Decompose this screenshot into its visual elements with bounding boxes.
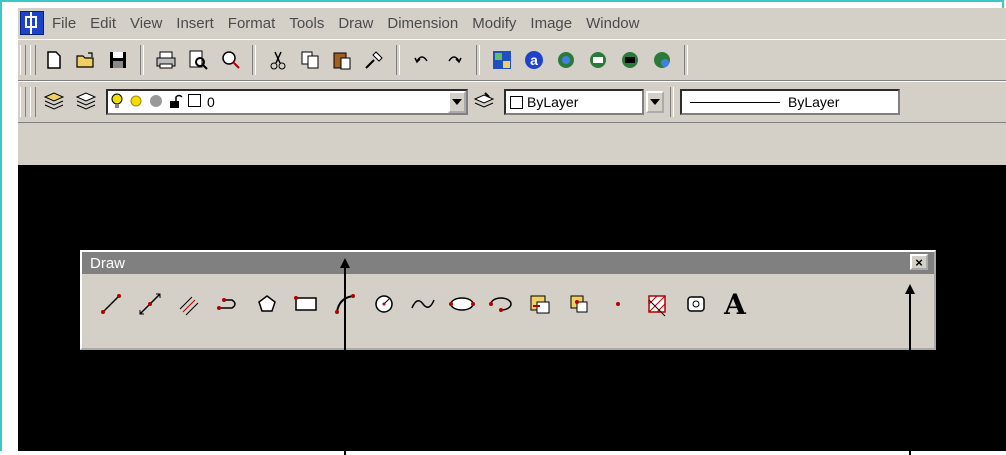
web-browse-icon[interactable] — [617, 47, 643, 73]
chevron-down-icon[interactable] — [646, 91, 664, 113]
standard-toolbar: a — [18, 39, 1006, 81]
web-search-icon[interactable] — [553, 47, 579, 73]
new-file-icon[interactable] — [41, 47, 67, 73]
insert-block-tool-icon[interactable] — [525, 289, 555, 319]
color-value: ByLayer — [527, 94, 579, 110]
app-logo-icon[interactable] — [20, 11, 44, 35]
web-meeting-icon[interactable] — [649, 47, 675, 73]
open-folder-icon[interactable] — [73, 47, 99, 73]
multiline-text-tool-icon[interactable]: A — [720, 288, 750, 321]
linetype-sample-line — [690, 101, 780, 103]
draw-toolbar[interactable]: Draw × A — [80, 250, 936, 350]
print-icon[interactable] — [153, 47, 179, 73]
linetype-control-dropdown[interactable]: ByLayer — [680, 89, 900, 115]
close-icon: × — [915, 254, 923, 270]
draw-tools-row: A — [82, 274, 934, 334]
menu-bar: File Edit View Insert Format Tools Draw … — [18, 8, 1006, 38]
toolbar-grip[interactable] — [20, 87, 26, 117]
menu-dimension[interactable]: Dimension — [387, 15, 458, 32]
menu-window[interactable]: Window — [586, 15, 639, 32]
menu-draw[interactable]: Draw — [338, 15, 373, 32]
draw-toolbar-title-bar[interactable]: Draw × — [82, 252, 934, 274]
hatch-tool-icon[interactable] — [642, 289, 672, 319]
make-block-tool-icon[interactable] — [564, 289, 594, 319]
annotation-arrowhead — [905, 284, 915, 294]
save-icon[interactable] — [105, 47, 131, 73]
toolbar-separator — [670, 87, 674, 117]
autodesk-today-icon[interactable]: a — [521, 47, 547, 73]
menu-file[interactable]: File — [52, 15, 76, 32]
sun-freeze-icon[interactable] — [128, 93, 144, 112]
toolbar-separator — [476, 45, 480, 75]
viewport-freeze-icon[interactable] — [148, 93, 164, 112]
polyline-tool-icon[interactable] — [213, 289, 243, 319]
layers-toolbar: 0 ByLayer ByLayer — [18, 81, 1006, 123]
line-tool-icon[interactable] — [96, 289, 126, 319]
menu-format[interactable]: Format — [228, 15, 276, 32]
web-publish-icon[interactable] — [585, 47, 611, 73]
polygon-tool-icon[interactable] — [252, 289, 282, 319]
layer-control-dropdown[interactable]: 0 — [106, 89, 468, 115]
toolbar-separator — [396, 45, 400, 75]
ellipse-tool-icon[interactable] — [447, 289, 477, 319]
toolbar-separator — [684, 45, 688, 75]
toolbar-grip[interactable] — [30, 87, 36, 117]
spline-tool-icon[interactable] — [408, 289, 438, 319]
paste-icon[interactable] — [329, 47, 355, 73]
menu-image[interactable]: Image — [530, 15, 572, 32]
current-layer-name: 0 — [207, 94, 215, 110]
multiline-tool-icon[interactable] — [174, 289, 204, 319]
design-center-icon[interactable] — [489, 47, 515, 73]
copy-icon[interactable] — [297, 47, 323, 73]
make-object-layer-current-icon[interactable] — [73, 89, 99, 115]
match-properties-icon[interactable] — [361, 47, 387, 73]
construction-line-tool-icon[interactable] — [135, 289, 165, 319]
annotation-arrow-line — [344, 266, 346, 455]
color-control-dropdown[interactable]: ByLayer — [504, 89, 644, 115]
color-swatch-icon — [510, 95, 523, 109]
point-tool-icon[interactable] — [603, 289, 633, 319]
region-tool-icon[interactable] — [681, 289, 711, 319]
redo-icon[interactable] — [441, 47, 467, 73]
draw-toolbar-title: Draw — [90, 254, 126, 272]
ellipse-arc-tool-icon[interactable] — [486, 289, 516, 319]
annotation-arrow-line — [909, 292, 911, 455]
svg-text:a: a — [530, 52, 538, 68]
layer-properties-icon[interactable] — [41, 89, 67, 115]
menu-insert[interactable]: Insert — [176, 15, 214, 32]
toolbar-separator — [252, 45, 256, 75]
toolbar-separator — [140, 45, 144, 75]
linetype-value: ByLayer — [788, 94, 840, 110]
annotation-arrowhead — [340, 258, 350, 268]
print-preview-icon[interactable] — [185, 47, 211, 73]
unlock-icon[interactable] — [168, 93, 184, 112]
spell-check-icon[interactable] — [217, 47, 243, 73]
menu-edit[interactable]: Edit — [90, 15, 116, 32]
undo-icon[interactable] — [409, 47, 435, 73]
layer-color-swatch-icon — [188, 94, 201, 110]
chevron-down-icon[interactable] — [448, 91, 466, 113]
toolbar-grip[interactable] — [30, 45, 36, 75]
lightbulb-icon[interactable] — [110, 93, 124, 112]
rectangle-tool-icon[interactable] — [291, 289, 321, 319]
previous-layer-icon[interactable] — [471, 89, 497, 115]
cut-icon[interactable] — [265, 47, 291, 73]
toolbar-grip[interactable] — [20, 45, 26, 75]
close-button[interactable]: × — [910, 254, 928, 270]
menu-view[interactable]: View — [130, 15, 162, 32]
circle-tool-icon[interactable] — [369, 289, 399, 319]
menu-modify[interactable]: Modify — [472, 15, 516, 32]
menu-tools[interactable]: Tools — [289, 15, 324, 32]
application-window: File Edit View Insert Format Tools Draw … — [18, 8, 1006, 451]
